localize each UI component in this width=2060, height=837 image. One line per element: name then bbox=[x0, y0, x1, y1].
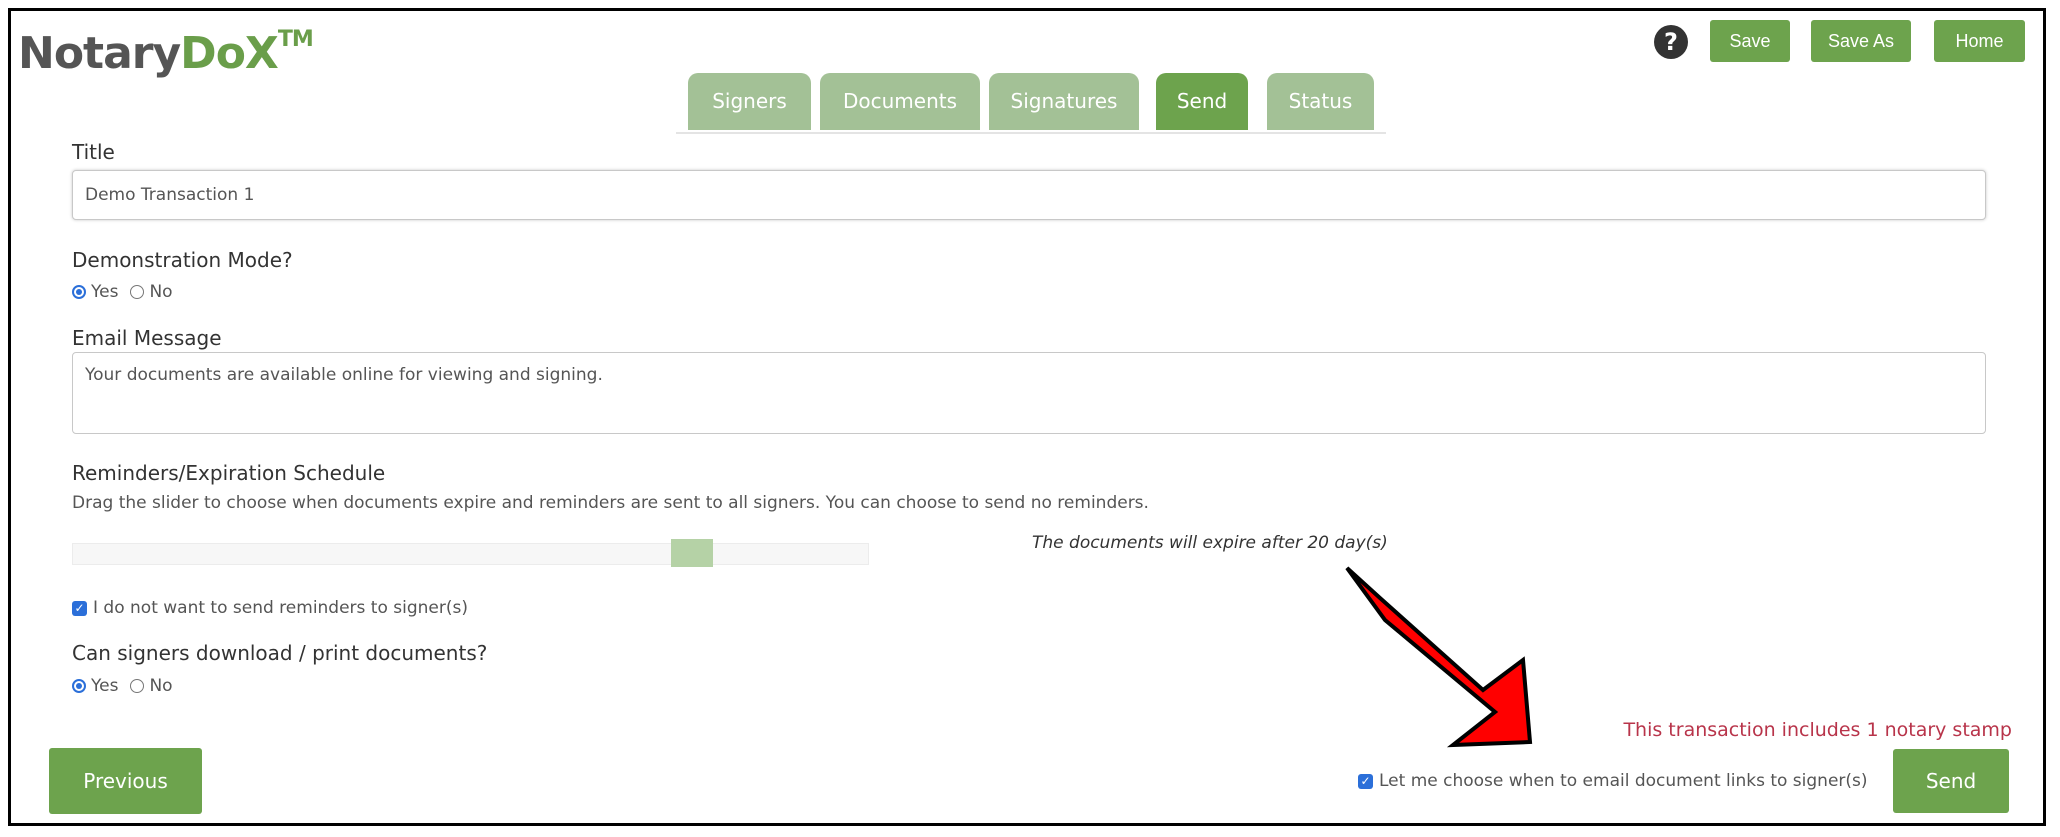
demo-mode-radio-group: Yes No bbox=[72, 281, 185, 303]
choose-email-label: Let me choose when to email document lin… bbox=[1379, 771, 1868, 791]
tab-signatures[interactable]: Signatures bbox=[989, 73, 1139, 130]
notary-stamp-note: This transaction includes 1 notary stamp bbox=[1623, 719, 2012, 741]
tab-documents[interactable]: Documents bbox=[820, 73, 980, 130]
home-button[interactable]: Home bbox=[1934, 20, 2025, 62]
previous-button[interactable]: Previous bbox=[49, 748, 202, 814]
schedule-help-text: Drag the slider to choose when documents… bbox=[72, 493, 1149, 513]
download-no-label: No bbox=[149, 676, 173, 696]
no-reminders-label: I do not want to send reminders to signe… bbox=[93, 598, 468, 618]
choose-email-row: ✓ Let me choose when to email document l… bbox=[1358, 770, 1868, 792]
choose-email-checkbox[interactable]: ✓ bbox=[1358, 773, 1373, 789]
save-as-button[interactable]: Save As bbox=[1811, 20, 1911, 62]
tab-signers[interactable]: Signers bbox=[688, 73, 811, 130]
demo-mode-yes-radio[interactable] bbox=[72, 285, 86, 299]
email-message-label: Email Message bbox=[72, 326, 222, 350]
title-label: Title bbox=[72, 140, 115, 164]
download-yes-radio[interactable] bbox=[72, 679, 86, 693]
download-no-radio[interactable] bbox=[130, 679, 145, 693]
email-message-textarea[interactable]: Your documents are available online for … bbox=[72, 352, 1986, 434]
notarydox-logo: NotaryDoXTM bbox=[18, 27, 314, 79]
send-button[interactable]: Send bbox=[1893, 749, 2009, 813]
tab-send[interactable]: Send bbox=[1156, 73, 1248, 130]
title-input[interactable]: Demo Transaction 1 bbox=[72, 170, 1986, 220]
question-circle-icon[interactable]: ? bbox=[1654, 25, 1688, 59]
download-yes-label: Yes bbox=[91, 676, 119, 696]
download-label: Can signers download / print documents? bbox=[72, 641, 488, 665]
demo-mode-yes-label: Yes bbox=[91, 282, 119, 302]
no-reminders-row: ✓ I do not want to send reminders to sig… bbox=[72, 597, 468, 619]
schedule-label: Reminders/Expiration Schedule bbox=[72, 461, 386, 485]
expiration-slider-track[interactable] bbox=[72, 543, 869, 565]
wizard-tabs: Signers Documents Signatures Send Status bbox=[676, 73, 1386, 134]
expiration-slider-handle[interactable] bbox=[671, 539, 713, 567]
expiration-status-text: The documents will expire after 20 day(s… bbox=[1032, 533, 1388, 553]
demo-mode-no-radio[interactable] bbox=[130, 285, 145, 299]
save-button[interactable]: Save bbox=[1710, 20, 1790, 62]
download-radio-group: Yes No bbox=[72, 675, 185, 697]
tab-status[interactable]: Status bbox=[1267, 73, 1374, 130]
demo-mode-label: Demonstration Mode? bbox=[72, 248, 293, 272]
demo-mode-no-label: No bbox=[149, 282, 173, 302]
no-reminders-checkbox[interactable]: ✓ bbox=[72, 600, 87, 616]
